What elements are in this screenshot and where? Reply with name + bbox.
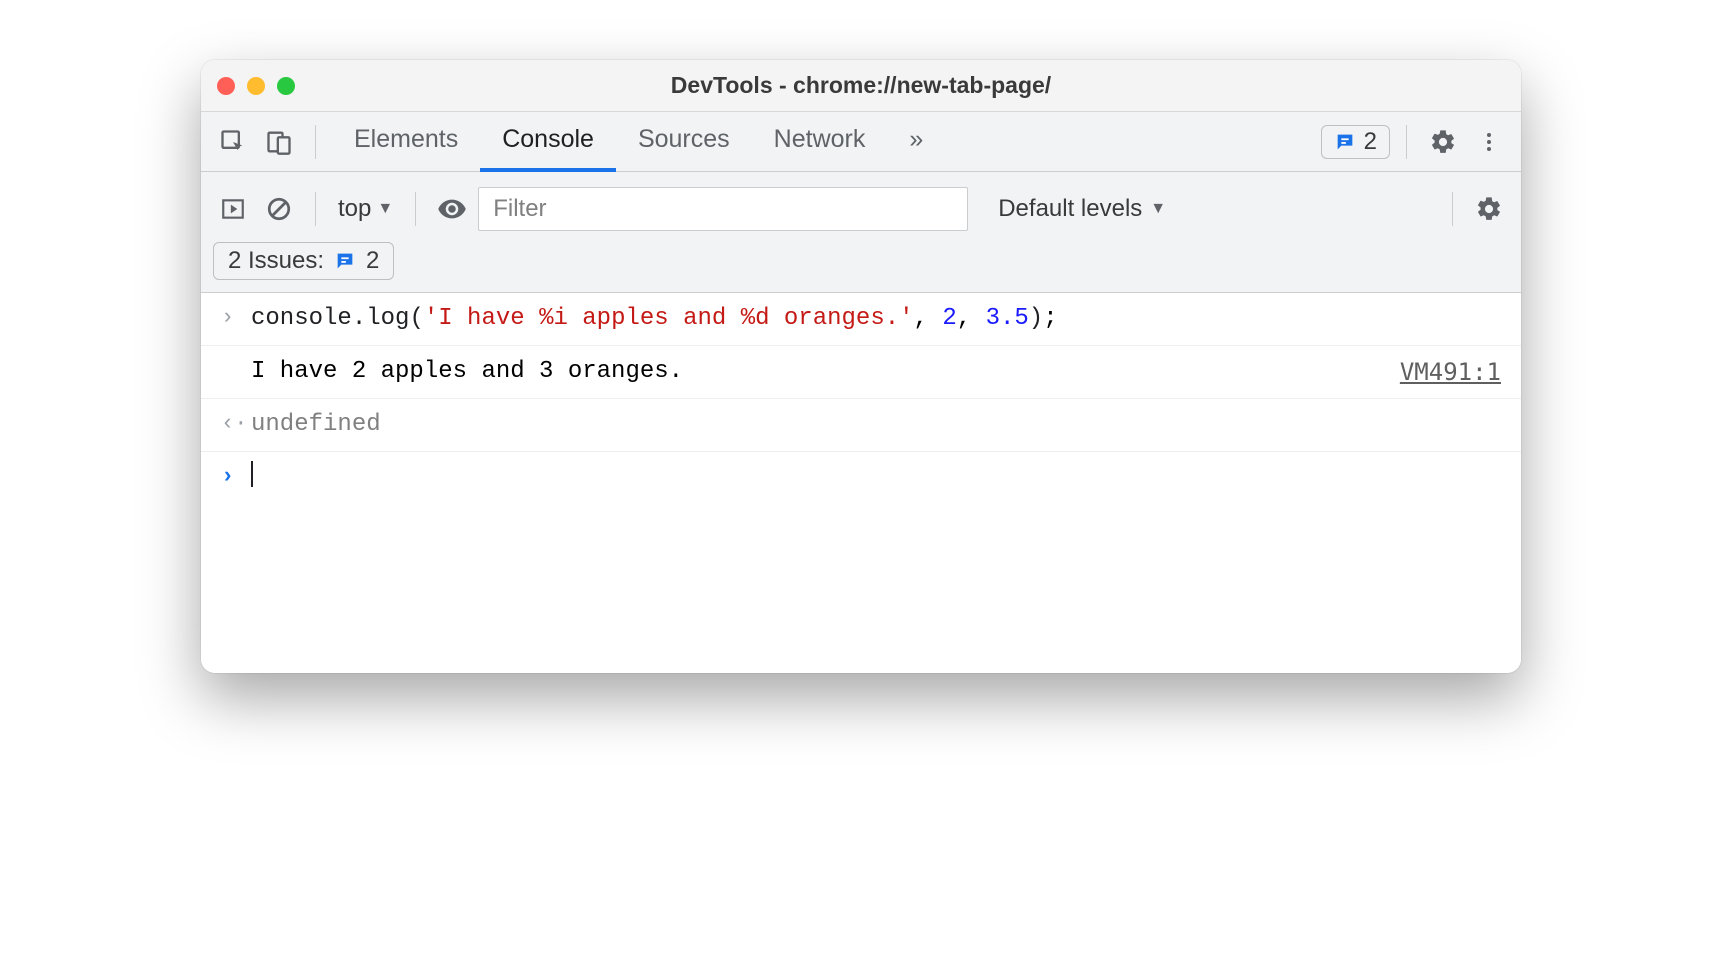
issues-button[interactable]: 2 Issues: 2: [213, 242, 394, 280]
console-return-row: ‹· undefined: [201, 399, 1521, 452]
device-toolbar-icon[interactable]: [259, 122, 299, 162]
separator: [315, 125, 316, 159]
tab-more[interactable]: »: [887, 112, 945, 172]
context-label: top: [338, 195, 371, 223]
return-chevron-icon: ‹·: [221, 407, 251, 440]
issues-label: 2 Issues:: [228, 247, 324, 275]
console-prompt-input[interactable]: [251, 460, 1501, 496]
live-expression-icon[interactable]: [432, 189, 472, 229]
panel-tabbar: Elements Console Sources Network » 2: [201, 112, 1521, 172]
close-icon[interactable]: [217, 77, 235, 95]
input-chevron-icon: ›: [221, 301, 251, 334]
more-menu-icon[interactable]: [1469, 122, 1509, 162]
console-messages: › console.log('I have %i apples and %d o…: [201, 293, 1521, 673]
console-return-value: undefined: [251, 407, 1501, 443]
console-output-row: I have 2 apples and 3 oranges. VM491:1: [201, 346, 1521, 399]
window-controls: [217, 77, 295, 95]
issues-counter[interactable]: 2: [1321, 125, 1390, 159]
execution-context-select[interactable]: top ▼: [332, 195, 399, 223]
console-output-text: I have 2 apples and 3 oranges.: [251, 354, 1388, 390]
tab-sources[interactable]: Sources: [616, 112, 752, 172]
console-input-row: › console.log('I have %i apples and %d o…: [201, 293, 1521, 346]
filter-input[interactable]: [478, 187, 968, 231]
chevron-down-icon: ▼: [377, 200, 393, 218]
separator: [415, 192, 416, 226]
prompt-chevron-icon: ›: [221, 460, 251, 493]
settings-icon[interactable]: [1423, 122, 1463, 162]
separator: [1452, 192, 1453, 226]
source-link[interactable]: VM491:1: [1400, 354, 1501, 390]
console-input-code: console.log('I have %i apples and %d ora…: [251, 301, 1501, 337]
console-settings-icon[interactable]: [1469, 189, 1509, 229]
clear-console-icon[interactable]: [259, 189, 299, 229]
levels-label: Default levels: [998, 195, 1142, 223]
console-toolbar: top ▼ Default levels ▼ 2 Issues: 2: [201, 172, 1521, 293]
tab-network[interactable]: Network: [752, 112, 888, 172]
separator: [1406, 125, 1407, 159]
inspect-element-icon[interactable]: [213, 122, 253, 162]
devtools-window: DevTools - chrome://new-tab-page/ Elemen…: [201, 60, 1521, 673]
tab-console[interactable]: Console: [480, 112, 616, 172]
window-title: DevTools - chrome://new-tab-page/: [201, 72, 1521, 99]
panel-tabs: Elements Console Sources Network »: [332, 112, 945, 172]
titlebar: DevTools - chrome://new-tab-page/: [201, 60, 1521, 112]
issues-count: 2: [1364, 128, 1377, 156]
console-prompt-row[interactable]: ›: [201, 452, 1521, 504]
separator: [315, 192, 316, 226]
maximize-icon[interactable]: [277, 77, 295, 95]
toggle-sidebar-icon[interactable]: [213, 189, 253, 229]
minimize-icon[interactable]: [247, 77, 265, 95]
chevron-down-icon: ▼: [1150, 200, 1166, 218]
tab-elements[interactable]: Elements: [332, 112, 480, 172]
issues-count: 2: [366, 247, 379, 275]
log-levels-select[interactable]: Default levels ▼: [988, 195, 1176, 223]
